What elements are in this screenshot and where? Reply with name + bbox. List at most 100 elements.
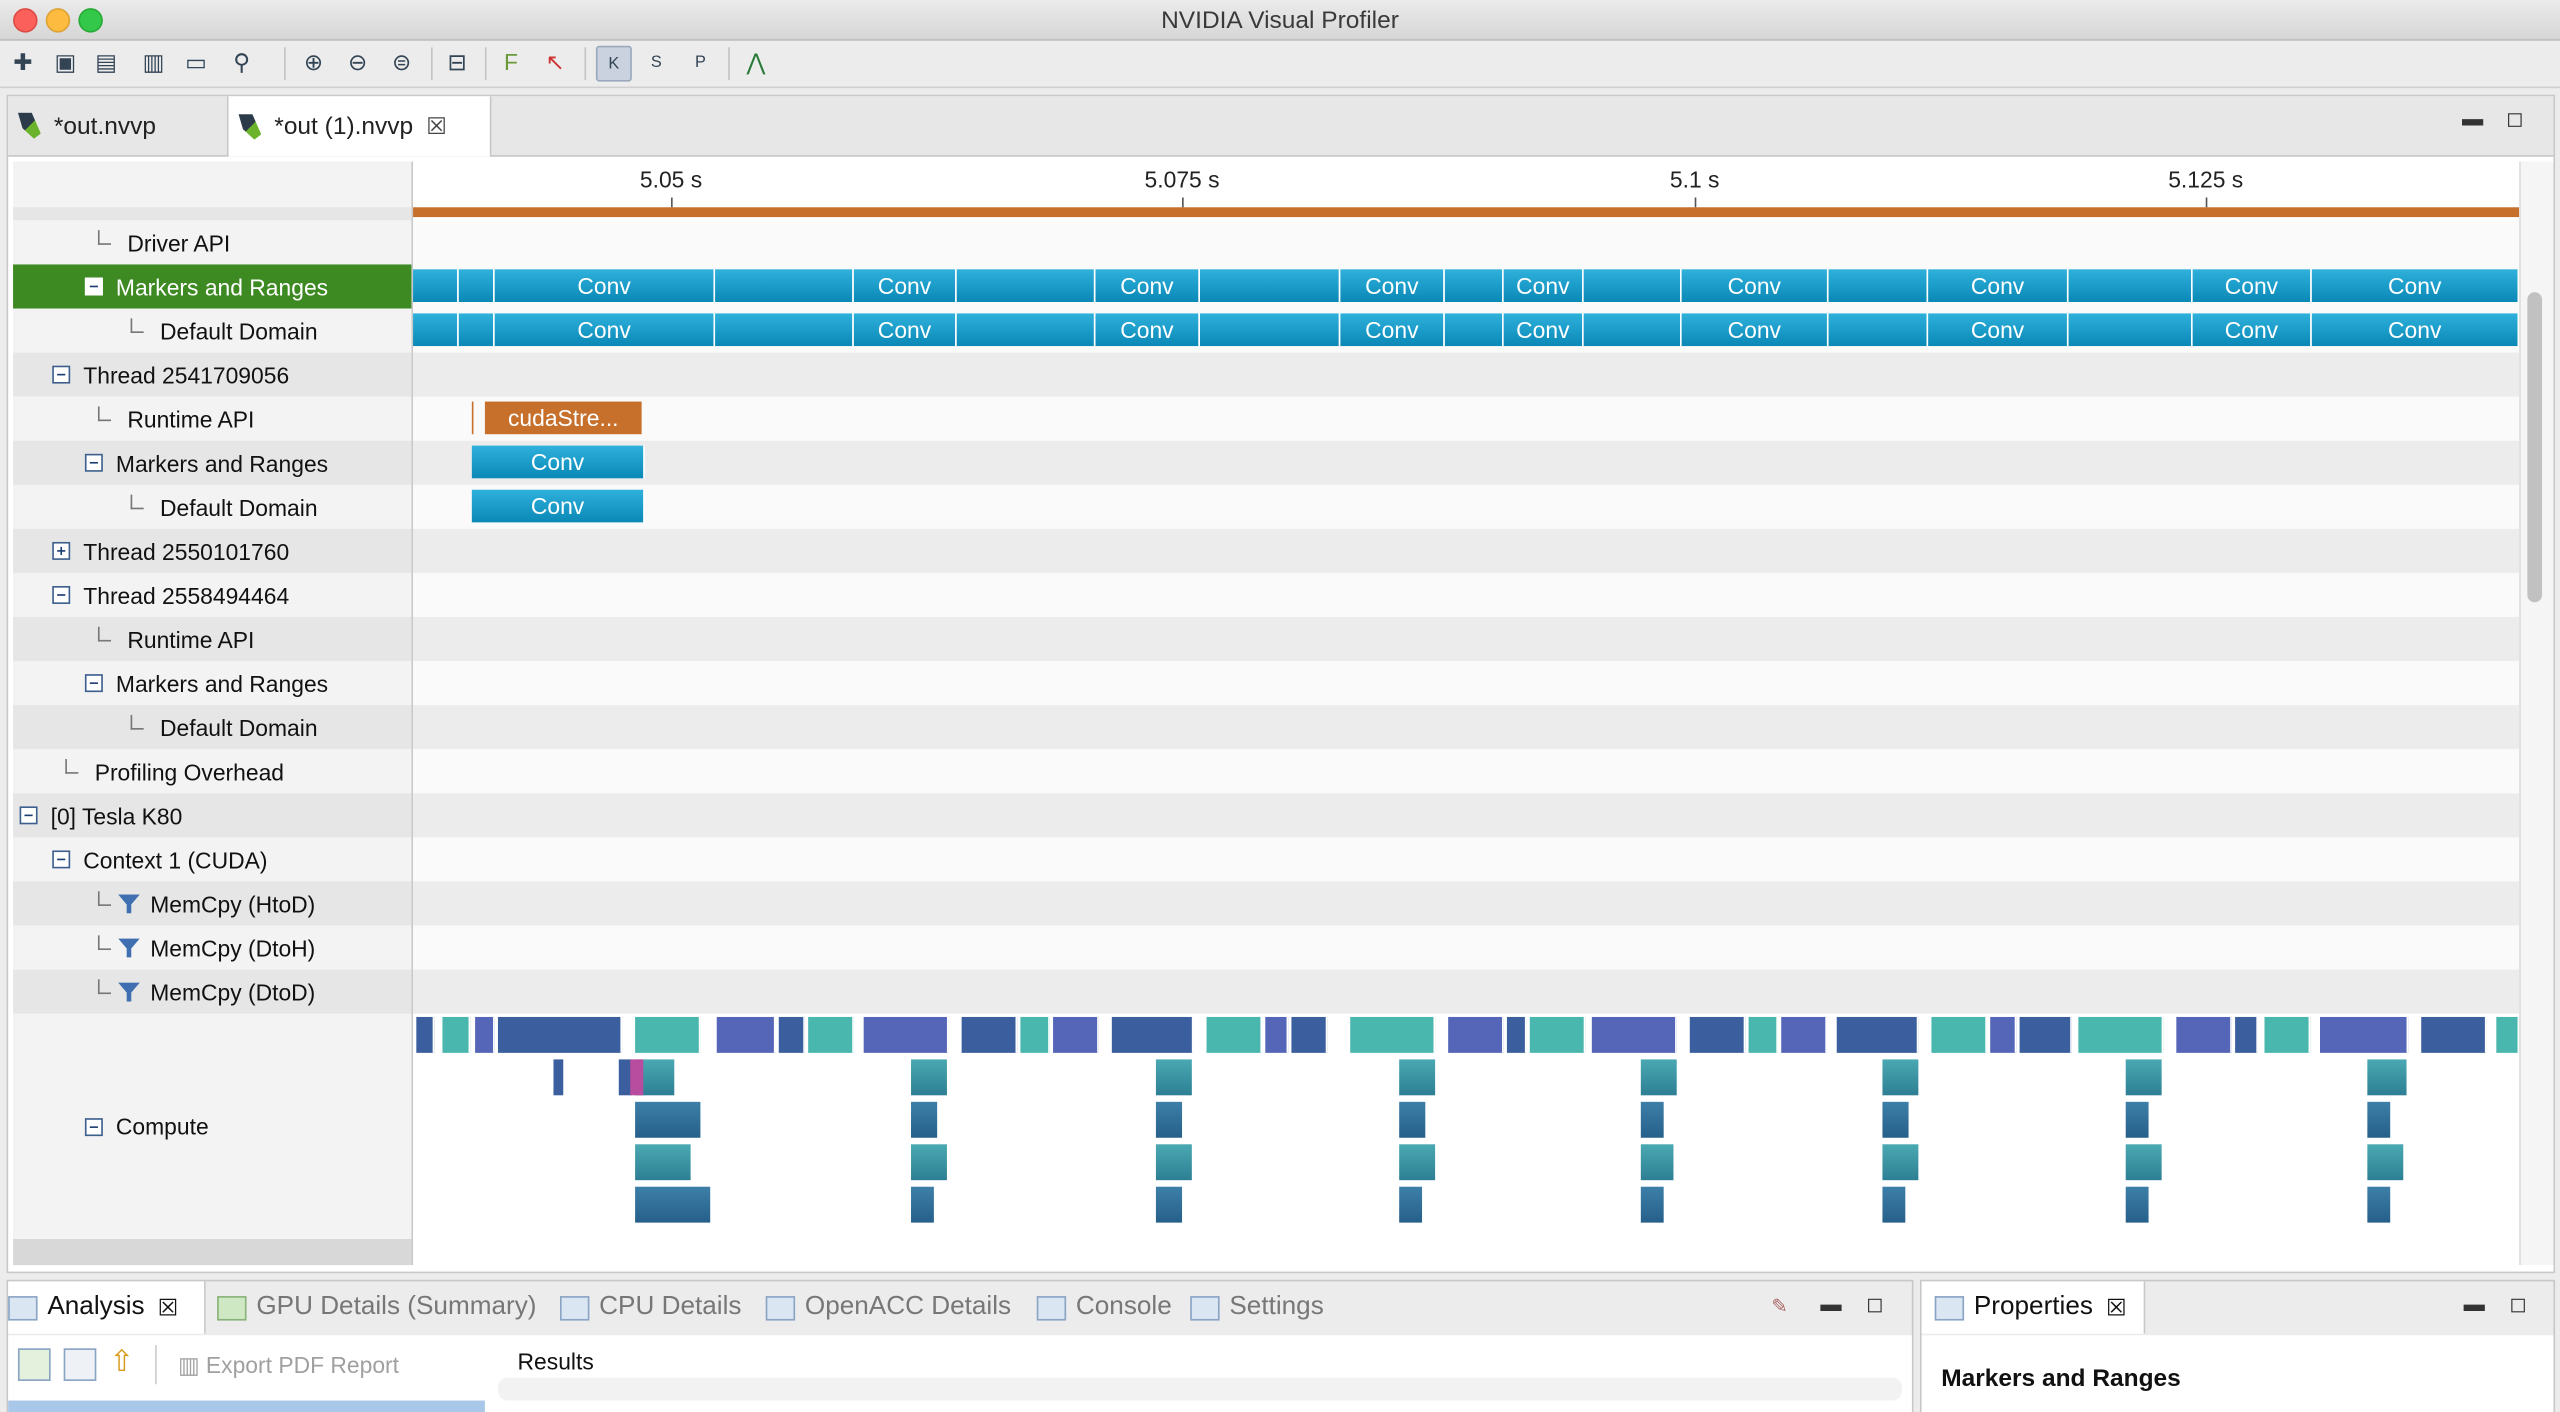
kernel-bar[interactable] [635, 1144, 691, 1181]
zoom-in-icon[interactable]: ⊕ [297, 46, 330, 79]
conv-marker-bar[interactable]: Conv [1340, 269, 1445, 302]
kernel-bar[interactable] [2496, 1016, 2520, 1053]
kernel-bar[interactable] [1399, 1144, 1436, 1181]
kernel-bar[interactable] [630, 1059, 644, 1096]
kernel-bar[interactable] [1640, 1101, 1664, 1138]
kernel-bar[interactable] [635, 1186, 711, 1223]
kernel-bar[interactable] [1882, 1101, 1909, 1138]
export-pdf-button[interactable]: ▥ Export PDF Report [178, 1352, 399, 1380]
collapse-icon[interactable] [84, 277, 103, 296]
tree-item-markers-and-ranges[interactable]: Markers and Ranges [13, 264, 412, 309]
conv-marker-bar[interactable] [1200, 313, 1341, 347]
tree-item-memcpy-htod[interactable]: MemCpy (HtoD) [13, 881, 412, 926]
collapse-icon[interactable]: ⊟ [441, 46, 474, 79]
kernel-bar[interactable] [716, 1016, 776, 1053]
conv-marker-bar[interactable]: Conv [2311, 269, 2520, 302]
kernel-bar[interactable] [911, 1059, 947, 1096]
minimize-icon[interactable]: ▬ [2462, 106, 2483, 130]
tab-openacc-details[interactable]: OpenACC Details [765, 1281, 1011, 1333]
kernel-bar[interactable] [1053, 1016, 1099, 1053]
tree-item-thread-2541709056[interactable]: Thread 2541709056 [13, 352, 412, 397]
kernel-bar[interactable] [1882, 1059, 1919, 1096]
tree-item-compute[interactable]: Compute [13, 1013, 412, 1239]
maximize-icon[interactable]: ◻ [1866, 1291, 1884, 1317]
collapse-icon[interactable] [84, 453, 103, 472]
minimize-icon[interactable]: ▬ [2464, 1291, 2485, 1315]
new-session-icon[interactable]: ✚ [7, 46, 40, 79]
conv-marker-bar[interactable]: Conv [1681, 269, 1829, 302]
vertical-scrollbar[interactable] [2519, 161, 2554, 1266]
tree-item-memcpy-dtod[interactable]: MemCpy (DtoD) [13, 969, 412, 1014]
tab-out-1-nvvp[interactable]: *out (1).nvvp ☒ [226, 96, 492, 157]
process-view-icon[interactable]: P [684, 46, 717, 79]
kernel-bar[interactable] [1591, 1016, 1677, 1053]
maximize-icon[interactable]: ◻ [2509, 1291, 2527, 1317]
conv-marker-bar[interactable] [458, 313, 495, 347]
kernel-bar[interactable] [778, 1016, 805, 1053]
conv-marker-bar[interactable]: Conv [471, 445, 645, 479]
kernel-bar[interactable] [2125, 1059, 2162, 1096]
conv-marker-bar[interactable]: Conv [1681, 313, 1829, 347]
kernel-bar[interactable] [635, 1101, 701, 1138]
close-tab-icon[interactable]: ☒ [2106, 1294, 2127, 1322]
conv-marker-bar[interactable] [1583, 313, 1682, 347]
kernel-view-icon[interactable]: K [595, 45, 632, 82]
conv-marker-bar[interactable] [1828, 313, 1929, 347]
tree-item-runtime-api[interactable]: Runtime API [13, 396, 412, 441]
zoom-fit-icon[interactable]: ⊜ [385, 46, 418, 79]
tree-item-markers-and-ranges[interactable]: Markers and Ranges [13, 661, 412, 706]
kernel-bar[interactable] [2125, 1144, 2162, 1181]
kernel-bar[interactable] [2367, 1144, 2404, 1181]
up-arrow-icon[interactable]: ⇧ [109, 1345, 134, 1379]
tab-properties[interactable]: Properties ☒ [1921, 1281, 2146, 1334]
kernel-bar[interactable] [961, 1016, 1018, 1053]
kernel-bar[interactable] [1882, 1144, 1919, 1181]
kernel-bar[interactable] [1155, 1101, 1183, 1138]
kernel-bar[interactable] [2125, 1101, 2149, 1138]
tree-item-thread-2550101760[interactable]: Thread 2550101760 [13, 528, 412, 573]
kernel-bar[interactable] [1448, 1016, 1504, 1053]
conv-marker-bar[interactable]: Conv [1095, 313, 1200, 347]
guided-analysis-icon[interactable] [17, 1348, 51, 1381]
kernel-bar[interactable] [475, 1016, 495, 1053]
kernel-bar[interactable] [2235, 1016, 2258, 1053]
clear-filter-icon[interactable]: ↖ [539, 46, 572, 79]
save-all-icon[interactable]: ▤ [90, 46, 123, 79]
kernel-bar[interactable] [1350, 1016, 1436, 1053]
tree-item-thread-2558494464[interactable]: Thread 2558494464 [13, 572, 412, 618]
unguided-analysis-icon[interactable] [63, 1348, 97, 1381]
close-tab-icon[interactable]: ☒ [158, 1294, 179, 1322]
tree-item-driver-api[interactable]: Driver API [13, 220, 412, 265]
search-icon[interactable]: ⚲ [225, 46, 258, 79]
conv-marker-bar[interactable]: Conv [2192, 269, 2312, 302]
conv-marker-bar[interactable]: Conv [1503, 313, 1584, 347]
save-icon[interactable]: ▣ [49, 46, 82, 79]
kernel-bar[interactable] [1399, 1186, 1423, 1223]
maximize-icon[interactable]: ◻ [2506, 106, 2524, 132]
dependency-icon[interactable]: ⋀ [740, 46, 773, 79]
kernel-bar[interactable] [1399, 1059, 1436, 1096]
kernel-bar[interactable] [2019, 1016, 2072, 1053]
collapse-icon[interactable] [19, 806, 38, 825]
kernel-bar[interactable] [1640, 1186, 1664, 1223]
conv-marker-bar[interactable] [715, 269, 854, 302]
driver-api-strip[interactable] [413, 207, 2520, 218]
conv-marker-bar[interactable]: Conv [2311, 313, 2520, 347]
tree-item-context-1-cuda[interactable]: Context 1 (CUDA) [13, 837, 412, 882]
kernel-bar[interactable] [416, 1016, 435, 1053]
kernel-bar[interactable] [1640, 1144, 1674, 1181]
kernel-bar[interactable] [1206, 1016, 1263, 1053]
conv-marker-bar[interactable]: Conv [2192, 313, 2312, 347]
tab-analysis[interactable]: Analysis ☒ [8, 1281, 206, 1334]
conv-marker-bar[interactable]: Conv [1095, 269, 1200, 302]
kernel-bar[interactable] [2367, 1186, 2391, 1223]
stream-view-icon[interactable]: S [640, 46, 673, 79]
zoom-out-icon[interactable]: ⊖ [341, 46, 374, 79]
collapse-icon[interactable] [52, 365, 71, 384]
kernel-bar[interactable] [497, 1016, 623, 1053]
kernel-bar[interactable] [1291, 1016, 1328, 1053]
collapse-icon[interactable] [84, 674, 103, 693]
kernel-bar[interactable] [553, 1059, 564, 1096]
tree-item-default-domain[interactable]: Default Domain [13, 705, 412, 750]
kernel-bar[interactable] [1155, 1144, 1192, 1181]
